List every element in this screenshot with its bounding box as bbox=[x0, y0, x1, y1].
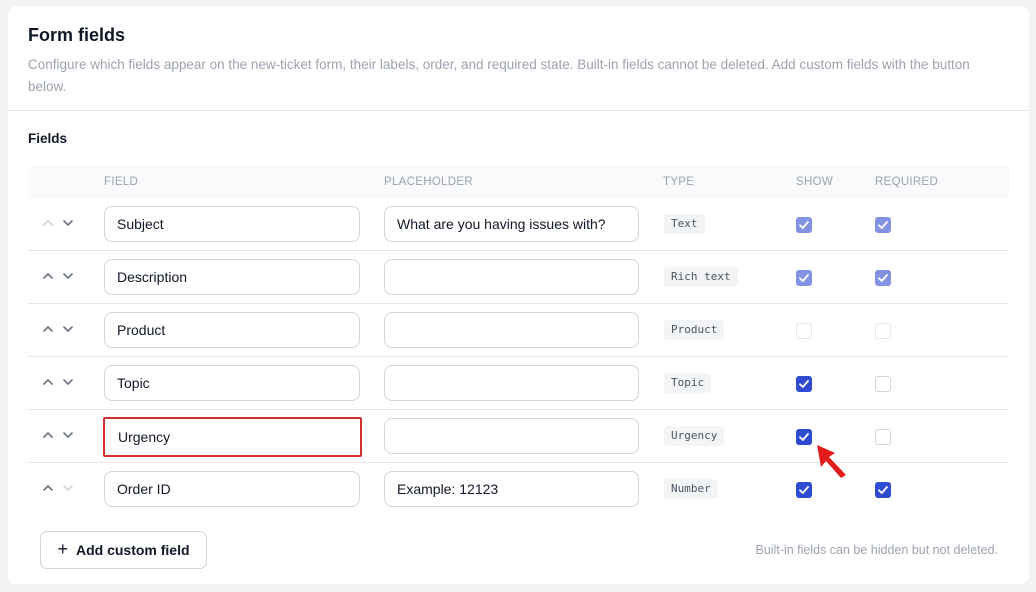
move-up-button[interactable] bbox=[40, 321, 56, 337]
move-down-button[interactable] bbox=[60, 427, 76, 443]
move-down-button[interactable] bbox=[60, 374, 76, 390]
chevron-up-icon bbox=[40, 268, 56, 284]
table-row: Description Rich text bbox=[28, 251, 1009, 304]
placeholder-input[interactable]: What are you having issues with? bbox=[384, 206, 639, 242]
table-row: Topic Topic bbox=[28, 357, 1009, 410]
column-header-required: REQUIRED bbox=[875, 176, 939, 188]
move-up-button[interactable] bbox=[40, 268, 56, 284]
reorder-controls bbox=[40, 268, 80, 286]
table-row: Urgency Urgency bbox=[28, 410, 1009, 463]
column-header-field: FIELD bbox=[104, 176, 139, 188]
chevron-up-icon bbox=[40, 427, 56, 443]
show-checkbox bbox=[796, 217, 812, 233]
fields-table: FIELD PLACEHOLDER TYPE SHOW REQUIRED Sub… bbox=[28, 166, 1009, 516]
required-checkbox bbox=[875, 323, 891, 339]
chevron-up-icon bbox=[40, 321, 56, 337]
move-up-button[interactable] bbox=[40, 427, 56, 443]
required-checkbox[interactable] bbox=[875, 429, 891, 445]
card-header: Form fields Configure which fields appea… bbox=[8, 6, 1029, 111]
move-up-button[interactable] bbox=[40, 374, 56, 390]
chevron-down-icon bbox=[60, 321, 76, 337]
plus-icon: + bbox=[57, 539, 68, 559]
table-row: Product Product bbox=[28, 304, 1009, 357]
chevron-up-icon bbox=[40, 215, 56, 231]
table-row: Subject What are you having issues with? T… bbox=[28, 198, 1009, 251]
footnote: Built-in fields can be hidden but not de… bbox=[755, 543, 998, 557]
placeholder-input[interactable] bbox=[384, 312, 639, 348]
show-checkbox[interactable] bbox=[796, 482, 812, 498]
placeholder-input[interactable] bbox=[384, 365, 639, 401]
move-up-button bbox=[40, 215, 56, 231]
chevron-down-icon bbox=[60, 215, 76, 231]
field-label-input[interactable]: Topic bbox=[104, 365, 360, 401]
field-label-input[interactable]: Order ID bbox=[104, 471, 360, 507]
required-checkbox[interactable] bbox=[875, 482, 891, 498]
move-down-button bbox=[60, 480, 76, 496]
page-description: Configure which fields appear on the new… bbox=[28, 57, 970, 94]
move-down-button[interactable] bbox=[60, 321, 76, 337]
reorder-controls bbox=[40, 427, 80, 445]
field-type-badge: Topic bbox=[664, 373, 712, 393]
show-checkbox[interactable] bbox=[796, 429, 812, 445]
chevron-down-icon bbox=[60, 268, 76, 284]
column-header-placeholder: PLACEHOLDER bbox=[384, 176, 473, 188]
column-header-type: TYPE bbox=[663, 176, 695, 188]
field-label-input[interactable]: Description bbox=[104, 259, 360, 295]
reorder-controls bbox=[40, 215, 80, 233]
placeholder-input[interactable]: Example: 12123 bbox=[384, 471, 639, 507]
placeholder-input[interactable] bbox=[384, 418, 639, 454]
field-label-input[interactable]: Urgency bbox=[103, 417, 362, 457]
move-up-button[interactable] bbox=[40, 480, 56, 496]
move-down-button[interactable] bbox=[60, 215, 76, 231]
page-title: Form fields bbox=[28, 25, 126, 45]
placeholder-input[interactable] bbox=[384, 259, 639, 295]
form-fields-card: Form fields Configure which fields appea… bbox=[8, 6, 1029, 584]
chevron-down-icon bbox=[60, 480, 76, 496]
column-header-show: SHOW bbox=[796, 176, 833, 188]
table-row: Order ID Example: 12123 Number bbox=[28, 463, 1009, 516]
required-checkbox[interactable] bbox=[875, 376, 891, 392]
move-down-button[interactable] bbox=[60, 268, 76, 284]
add-custom-field-label: Add custom field bbox=[75, 542, 190, 558]
field-label-input[interactable]: Product bbox=[104, 312, 360, 348]
required-checkbox bbox=[875, 270, 891, 286]
field-type-badge: Text bbox=[664, 214, 705, 234]
chevron-down-icon bbox=[60, 374, 76, 390]
chevron-up-icon bbox=[40, 480, 56, 496]
table-header: FIELD PLACEHOLDER TYPE SHOW REQUIRED bbox=[28, 166, 1009, 198]
show-checkbox bbox=[796, 323, 812, 339]
section-title: Fields bbox=[28, 131, 68, 146]
reorder-controls bbox=[40, 321, 80, 339]
table-body: Subject What are you having issues with? T… bbox=[28, 198, 1009, 516]
required-checkbox bbox=[875, 217, 891, 233]
field-type-badge: Number bbox=[664, 479, 718, 499]
show-checkbox[interactable] bbox=[796, 376, 812, 392]
add-custom-field-button[interactable]: + Add custom field bbox=[40, 531, 207, 569]
arrow-pointer-icon bbox=[817, 445, 846, 478]
reorder-controls bbox=[40, 374, 80, 392]
chevron-down-icon bbox=[60, 427, 76, 443]
reorder-controls bbox=[40, 480, 80, 498]
show-checkbox bbox=[796, 270, 812, 286]
field-type-badge: Rich text bbox=[664, 267, 738, 287]
field-type-badge: Product bbox=[664, 320, 725, 340]
field-type-badge: Urgency bbox=[664, 426, 725, 446]
chevron-up-icon bbox=[40, 374, 56, 390]
field-label-input[interactable]: Subject bbox=[104, 206, 360, 242]
